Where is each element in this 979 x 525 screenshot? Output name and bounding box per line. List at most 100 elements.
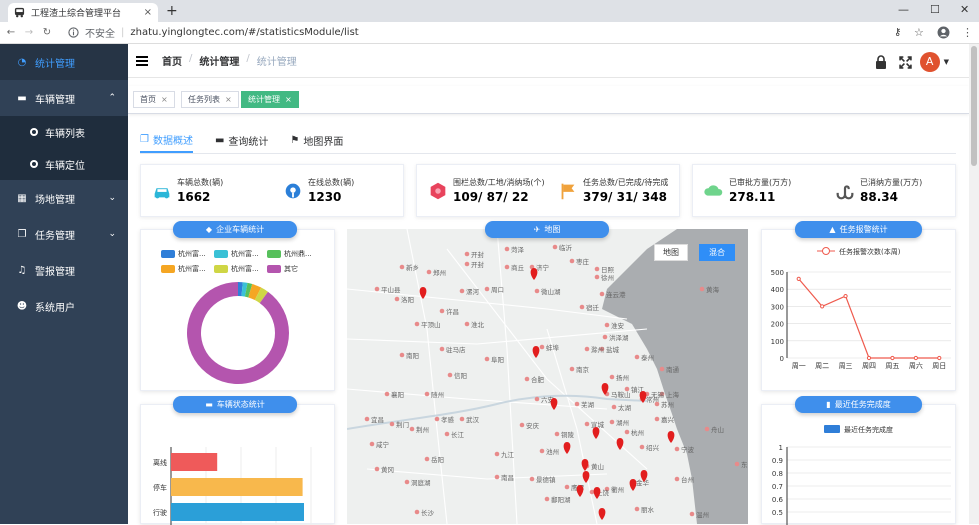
company-vehicle-panel: 杭州富... 杭州富... 杭州鼎... 杭州富... 杭州富... 其它 — [140, 229, 335, 391]
url-input[interactable]: zhatu.yinglongtec.com/#/statisticsModule… — [130, 27, 358, 38]
city-dot — [529, 476, 535, 482]
circle-icon — [30, 160, 38, 168]
city-label: 苏州 — [661, 400, 674, 409]
sidebar-item-tasks[interactable]: ❐ 任务管理 ⌄ — [0, 216, 128, 252]
city-label: 信阳 — [454, 371, 467, 380]
data-point — [866, 355, 872, 361]
city-label: 扬州 — [616, 373, 629, 382]
sidebar-item-users[interactable]: ☻ 系统用户 — [0, 288, 128, 324]
city-dot — [494, 474, 500, 480]
legend-swatch — [824, 425, 840, 433]
sidebar-item-vehicles[interactable]: ▬ 车辆管理 ⌃ — [0, 80, 128, 116]
city-dot — [464, 251, 470, 257]
city-dot — [539, 344, 545, 350]
vehicle-marker-icon — [532, 346, 540, 358]
stat-label: 已消纳方量(万方) — [860, 178, 923, 187]
city-dot — [519, 422, 525, 428]
data-point — [796, 276, 801, 281]
city-dot — [554, 431, 560, 437]
city-label: 丽水 — [641, 505, 655, 514]
city-dot — [524, 376, 530, 382]
city-dot — [439, 308, 445, 314]
city-label: 合肥 — [531, 375, 545, 384]
city-label: 荆州 — [416, 425, 429, 434]
pie-chart-icon: ◔ — [17, 56, 27, 68]
city-label: 宁波 — [681, 445, 695, 454]
breadcrumb-current: 统计管理 — [256, 57, 297, 68]
content-tabs: ❐ 数据概述 ▬ 查询统计 ⚑ 地图界面 — [140, 134, 956, 154]
city-label: 上海 — [666, 390, 680, 399]
tag-close-icon[interactable]: × — [161, 95, 168, 104]
maximize-button[interactable]: ☐ — [930, 3, 940, 16]
city-label: 黄山 — [591, 462, 604, 471]
page-scrollbar[interactable] — [969, 44, 979, 524]
city-dot — [484, 286, 490, 292]
city-dot — [634, 354, 640, 360]
lock-icon[interactable] — [875, 55, 887, 69]
profile-icon[interactable] — [937, 26, 950, 39]
sidebar-item-statistics[interactable]: ◔ 统计管理 — [0, 44, 128, 80]
city-dot — [494, 451, 500, 457]
stat-label: 任务总数/已完成/待完成 — [583, 178, 669, 187]
tab-overview[interactable]: ❐ 数据概述 — [140, 134, 193, 153]
y-tick-label: 500 — [771, 269, 784, 277]
tag-statistics[interactable]: 统计管理 × — [241, 91, 299, 108]
completion-panel: 最近任务完成度 1 0.9 0.8 0.7 0.6 0.5 — [761, 404, 956, 525]
city-label: 驻马店 — [446, 345, 466, 354]
window-close-button[interactable]: ✕ — [960, 3, 969, 16]
sidebar-item-vehicle-list[interactable]: 车辆列表 — [0, 116, 128, 148]
key-icon[interactable]: ⚷ — [894, 27, 901, 38]
city-label: 温州 — [696, 510, 709, 519]
stat-value: 88.34 — [860, 190, 898, 204]
sidebar-item-sites[interactable]: ▦ 场地管理 ⌄ — [0, 180, 128, 216]
sidebar-item-label: 任务管理 — [35, 230, 75, 242]
map-type-mixed-button[interactable]: 混合 — [699, 244, 735, 261]
vehicle-marker-icon — [593, 487, 601, 499]
hamburger-icon[interactable] — [136, 54, 148, 68]
stat-value: 1662 — [177, 190, 211, 204]
grid-icon: ▦ — [17, 192, 27, 204]
info-icon[interactable] — [68, 27, 79, 38]
status-bar — [171, 478, 303, 496]
sidebar-item-vehicle-locate[interactable]: 车辆定位 — [0, 148, 128, 180]
minimize-button[interactable]: — — [898, 3, 909, 16]
breadcrumb-home[interactable]: 首页 — [162, 53, 182, 68]
scrollbar-thumb[interactable] — [971, 46, 977, 166]
tag-task-list[interactable]: 任务列表 × — [181, 91, 239, 108]
tag-close-icon[interactable]: × — [285, 95, 292, 104]
stat-fence-total: 围栏总数/工地/消纳场(个) 109/ 87/ 22 — [427, 177, 545, 204]
menu-icon[interactable]: ⋮ — [962, 26, 973, 39]
close-tab-icon[interactable]: × — [144, 7, 152, 18]
breadcrumb-statistics[interactable]: 统计管理 — [199, 53, 239, 68]
city-label: 池州 — [546, 447, 559, 456]
new-tab-button[interactable]: + — [166, 3, 178, 19]
tab-query[interactable]: ▬ 查询统计 — [215, 134, 268, 153]
forward-icon[interactable]: → — [22, 27, 36, 38]
x-tick-label: 周三 — [839, 362, 853, 370]
star-icon[interactable]: ☆ — [914, 26, 924, 39]
stat-approved-volume: 已审批方量(万方) 278.11 — [703, 177, 791, 204]
reload-icon[interactable]: ↻ — [40, 27, 54, 38]
data-point — [843, 293, 848, 299]
tag-home[interactable]: 首页 × — [133, 91, 175, 108]
tag-label: 任务列表 — [188, 95, 220, 104]
caret-down-icon[interactable]: ▼ — [944, 58, 949, 66]
city-dot — [584, 346, 590, 352]
browser-tab[interactable]: 工程渣土综合管理平台 × — [8, 3, 158, 22]
sidebar-item-alarms[interactable]: ♫ 警报管理 — [0, 252, 128, 288]
city-label: 南通 — [666, 365, 680, 374]
city-dot — [404, 479, 410, 485]
fullscreen-icon[interactable] — [898, 55, 912, 69]
city-label: 长沙 — [421, 508, 435, 517]
circle-icon — [30, 128, 38, 136]
city-label: 舟山 — [711, 425, 724, 434]
map-type-map-button[interactable]: 地图 — [654, 244, 688, 261]
city-dot — [574, 401, 580, 407]
sidebar-submenu: 车辆列表 车辆定位 — [0, 116, 128, 180]
tag-close-icon[interactable]: × — [225, 95, 232, 104]
tab-map[interactable]: ⚑ 地图界面 — [290, 134, 343, 153]
map-panel[interactable]: 郑州 济宁 临沂 洛阳 许昌 徐州 淮北 宿迁 连云港 盐城 淮安 南阳 驻马店 信阳 阜阳 蚌埠 泰州 南通 合肥… — [347, 229, 748, 524]
avatar[interactable]: A — [919, 52, 940, 72]
map-title: ✈ 地图 — [485, 221, 609, 238]
back-icon[interactable]: ← — [4, 27, 18, 38]
